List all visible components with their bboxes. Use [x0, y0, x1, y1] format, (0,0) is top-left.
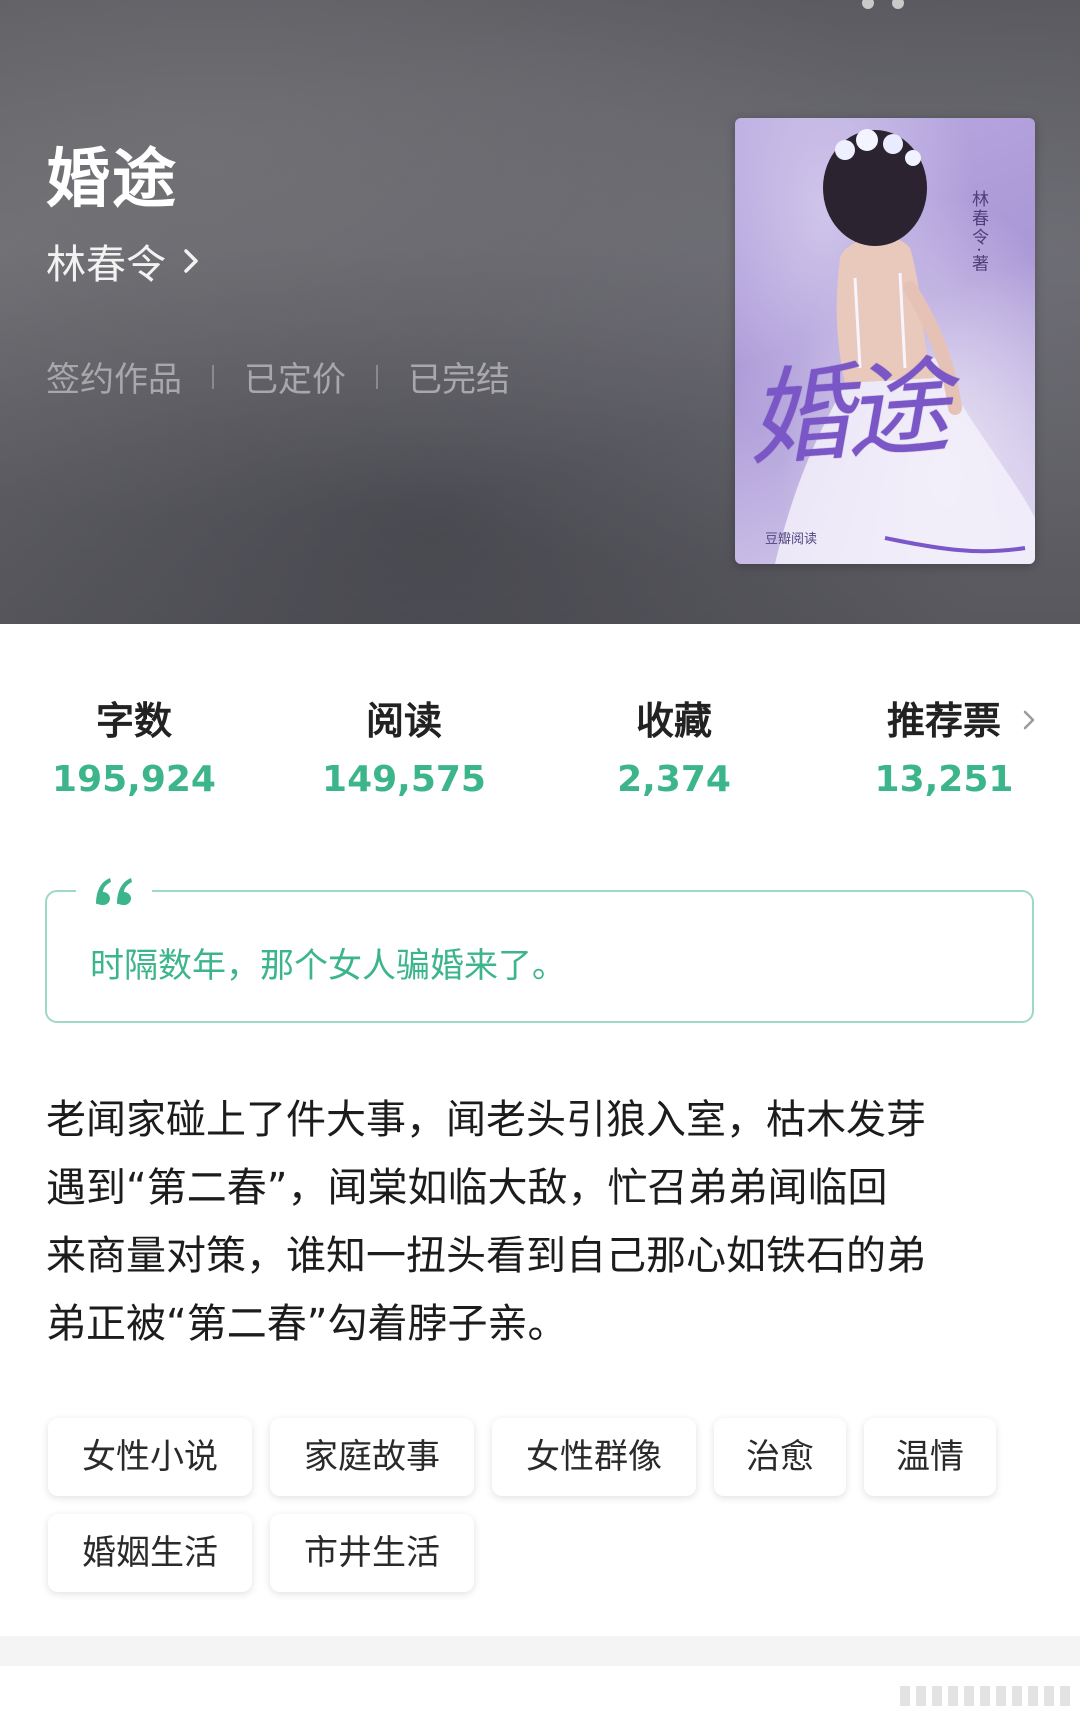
tagline-text: 时隔数年，那个女人骗婚来了。 — [90, 946, 566, 986]
book-title: 婚途 — [46, 143, 178, 217]
stat-value: 13,251 — [874, 759, 1014, 800]
quote-icon — [96, 878, 132, 905]
author-link[interactable]: 林春令 — [46, 232, 202, 290]
cover-author: 林春令·著 — [968, 190, 988, 274]
stat-reads: 阅读 149,575 — [294, 690, 514, 800]
watermark-decoration — [900, 1686, 1070, 1706]
stat-value: 149,575 — [322, 759, 486, 800]
description-line: 来商量对策，谁知一扭头看到自己那心如铁石的弟 — [46, 1233, 926, 1279]
stat-label: 收藏 — [635, 699, 712, 743]
description-line: 弟正被“第二春”勾着脖子亲。 — [46, 1301, 568, 1347]
book-stats: 字数 195,924 阅读 149,575 收藏 2,374 推荐票 13,25… — [0, 690, 1080, 820]
badge-completed: 已完结 — [408, 360, 510, 400]
tag-item[interactable]: 婚姻生活 — [48, 1514, 252, 1592]
book-detail-page: 婚途 林春令 签约作品 已定价 已完结 林春令·著 婚途 豆瓣阅读 字数 195… — [0, 0, 1080, 1711]
stat-label: 阅读 — [365, 699, 442, 743]
book-header: 婚途 林春令 签约作品 已定价 已完结 林春令·著 婚途 豆瓣阅读 — [0, 0, 1080, 624]
stat-favorites: 收藏 2,374 — [564, 690, 784, 800]
divider — [212, 364, 214, 389]
book-badges: 签约作品 已定价 已完结 — [46, 352, 510, 401]
stat-label: 推荐票 — [886, 699, 1001, 743]
tag-item[interactable]: 家庭故事 — [270, 1418, 474, 1496]
description-line: 老闻家碰上了件大事，闻老头引狼入室，枯木发芽 — [46, 1097, 926, 1143]
cover-title: 婚途 — [743, 345, 948, 481]
badge-priced: 已定价 — [244, 360, 346, 400]
book-cover[interactable]: 林春令·著 婚途 豆瓣阅读 — [735, 118, 1035, 564]
tag-item[interactable]: 治愈 — [714, 1418, 846, 1496]
book-description: 老闻家碰上了件大事，闻老头引狼入室，枯木发芽 遇到“第二春”，闻棠如临大敌，忙召… — [46, 1086, 1040, 1358]
status-indicator — [862, 0, 922, 13]
stat-value: 2,374 — [617, 759, 731, 800]
chevron-right-icon — [184, 249, 198, 273]
stat-label: 字数 — [95, 699, 172, 743]
author-name: 林春令 — [46, 242, 166, 288]
tag-item[interactable]: 温情 — [864, 1418, 996, 1496]
section-divider — [0, 1636, 1080, 1666]
tag-item[interactable]: 女性小说 — [48, 1418, 252, 1496]
badge-signed: 签约作品 — [46, 360, 182, 400]
tag-item[interactable]: 市井生活 — [270, 1514, 474, 1592]
stat-recommend-votes[interactable]: 推荐票 13,251 — [834, 690, 1054, 800]
chevron-right-icon[interactable] — [1022, 708, 1036, 732]
tag-item[interactable]: 女性群像 — [492, 1418, 696, 1496]
description-line: 遇到“第二春”，闻棠如临大敌，忙召弟弟闻临回 — [46, 1165, 888, 1211]
stat-word-count: 字数 195,924 — [24, 690, 244, 800]
cover-publisher: 豆瓣阅读 — [765, 532, 818, 547]
stat-value: 195,924 — [52, 759, 216, 800]
divider — [376, 364, 378, 389]
